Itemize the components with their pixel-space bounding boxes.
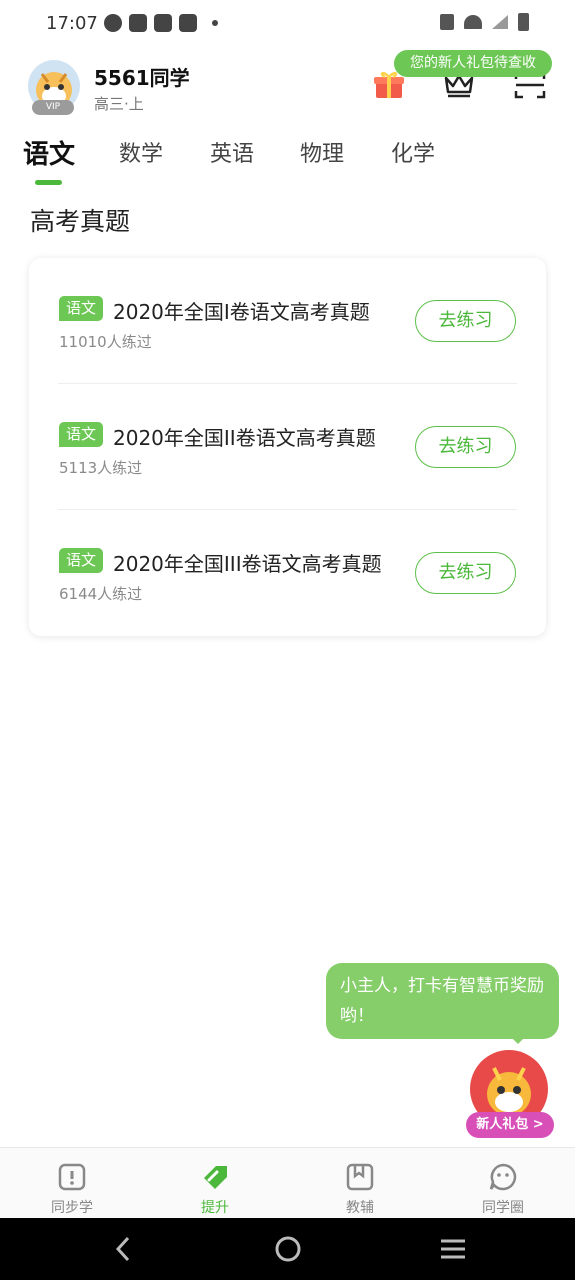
bubble-tail — [510, 1036, 526, 1044]
bag-icon — [179, 14, 197, 32]
tab-chemistry[interactable]: 化学 — [391, 136, 435, 168]
home-icon[interactable] — [258, 1218, 318, 1280]
exam-list-card: 语文 2020年全国I卷语文高考真题 11010人练过 去练习 语文 2020年… — [29, 258, 546, 636]
status-time: 17:07 — [46, 13, 98, 34]
exam-item[interactable]: 语文 2020年全国III卷语文高考真题 6144人练过 去练习 — [29, 510, 546, 636]
system-nav-bar — [0, 1218, 575, 1280]
tab-english[interactable]: 英语 — [210, 136, 254, 168]
nav-label: 同步学 — [51, 1200, 93, 1216]
practice-count: 11010人练过 — [59, 333, 152, 351]
subject-tag: 语文 — [59, 422, 104, 447]
tag-icon — [204, 1166, 227, 1189]
subject-tag: 语文 — [59, 296, 104, 321]
signal-icon — [492, 15, 508, 29]
chat-face-icon — [489, 1163, 517, 1191]
bookmark-book-icon — [346, 1163, 374, 1191]
tab-chinese[interactable]: 语文 — [23, 134, 75, 171]
nav-label: 教辅 — [346, 1200, 374, 1216]
username[interactable]: 5561同学 — [94, 62, 190, 91]
notification-icon — [104, 14, 122, 32]
tab-math[interactable]: 数学 — [119, 136, 163, 168]
nav-item-tutoring[interactable]: 教辅 — [310, 1148, 410, 1219]
book-icon — [58, 1163, 86, 1191]
exam-title[interactable]: 2020年全国I卷语文高考真题 — [113, 296, 370, 325]
exam-item[interactable]: 语文 2020年全国I卷语文高考真题 11010人练过 去练习 — [29, 258, 546, 384]
bottom-nav: 同步学 提升 教辅 同学圈 — [0, 1147, 575, 1218]
status-indicators — [440, 13, 529, 31]
exam-title[interactable]: 2020年全国II卷语文高考真题 — [113, 422, 376, 451]
nav-item-classmates[interactable]: 同学圈 — [453, 1148, 553, 1219]
gift-tip[interactable]: 您的新人礼包待查收 — [394, 50, 552, 77]
grade-label[interactable]: 高三·上 — [94, 93, 144, 114]
active-tab-indicator — [35, 180, 62, 185]
practice-button[interactable]: 去练习 — [415, 426, 516, 468]
subject-tabs: 语文 数学 英语 物理 化学 — [0, 136, 575, 186]
newbie-gift-badge[interactable]: 新人礼包 > — [466, 1112, 554, 1138]
section-title: 高考真题 — [30, 207, 131, 236]
recents-icon[interactable] — [423, 1218, 483, 1280]
vibrate-icon — [440, 14, 454, 30]
subject-tag: 语文 — [59, 548, 104, 573]
nav-item-sync-learn[interactable]: 同步学 — [22, 1148, 122, 1219]
nav-item-improve[interactable]: 提升 — [165, 1148, 265, 1219]
nav-label: 提升 — [201, 1200, 229, 1216]
vip-badge: VIP — [32, 100, 74, 115]
tab-physics[interactable]: 物理 — [300, 136, 344, 168]
status-bar: 17:07 — [0, 0, 575, 48]
battery-icon — [518, 13, 529, 31]
bag-icon — [129, 14, 147, 32]
back-icon[interactable] — [92, 1218, 152, 1280]
nav-label: 同学圈 — [482, 1200, 524, 1216]
practice-button[interactable]: 去练习 — [415, 300, 516, 342]
practice-count: 6144人练过 — [59, 585, 143, 603]
more-notifications-icon — [212, 20, 218, 26]
exam-title[interactable]: 2020年全国III卷语文高考真题 — [113, 548, 382, 577]
checkin-reward-bubble[interactable]: 小主人，打卡有智慧币奖励哟！ — [326, 963, 559, 1039]
exam-item[interactable]: 语文 2020年全国II卷语文高考真题 5113人练过 去练习 — [29, 384, 546, 510]
practice-count: 5113人练过 — [59, 459, 143, 477]
bag-icon — [154, 14, 172, 32]
wifi-icon — [464, 15, 482, 29]
practice-button[interactable]: 去练习 — [415, 552, 516, 594]
